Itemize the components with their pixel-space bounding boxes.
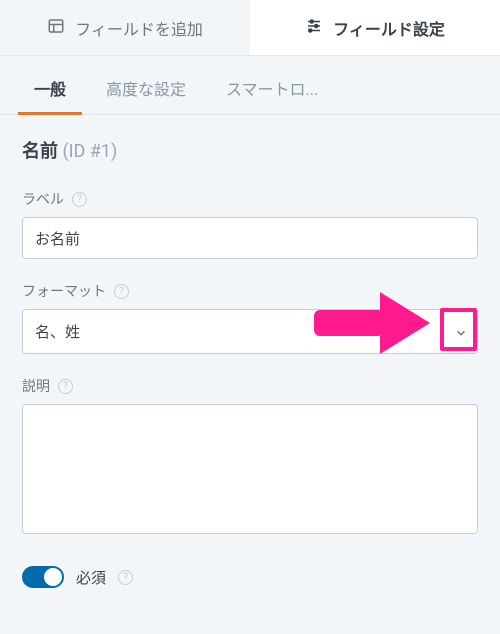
description-caption: 説明	[22, 376, 50, 396]
required-toggle[interactable]	[22, 566, 64, 588]
label-input[interactable]	[22, 217, 478, 259]
subtab-smart-logic[interactable]: スマートロ...	[210, 64, 334, 114]
help-icon[interactable]: ?	[72, 192, 87, 207]
tab-add-field[interactable]: フィールドを追加	[0, 0, 250, 55]
field-name: 名前	[22, 141, 58, 162]
format-select[interactable]: 名、姓	[22, 309, 478, 354]
help-icon[interactable]: ?	[118, 570, 133, 585]
required-label: 必須	[76, 567, 106, 588]
tab-field-settings-label: フィールド設定	[333, 16, 445, 40]
label-caption: ラベル	[22, 189, 64, 209]
tab-field-settings[interactable]: フィールド設定	[250, 0, 500, 55]
format-row: フォーマット ? 名、姓	[22, 281, 478, 354]
label-row: ラベル ?	[22, 189, 478, 259]
add-field-icon	[47, 17, 65, 39]
subtab-general[interactable]: 一般	[18, 64, 82, 114]
field-id: (ID #1)	[62, 141, 117, 162]
description-input[interactable]	[22, 404, 478, 534]
required-row: 必須 ?	[22, 560, 478, 588]
top-tabs: フィールドを追加 フィールド設定	[0, 0, 500, 56]
settings-icon	[305, 17, 323, 39]
help-icon[interactable]: ?	[114, 284, 129, 299]
format-caption: フォーマット	[22, 281, 106, 301]
content-area: 名前 (ID #1) ラベル ? フォーマット ? 名、姓 説明 ?	[0, 115, 500, 588]
sub-tabs: 一般 高度な設定 スマートロ...	[0, 56, 500, 115]
description-row: 説明 ?	[22, 376, 478, 538]
help-icon[interactable]: ?	[58, 379, 73, 394]
subtab-advanced[interactable]: 高度な設定	[90, 64, 202, 114]
field-title: 名前 (ID #1)	[22, 137, 478, 163]
tab-add-field-label: フィールドを追加	[75, 16, 203, 40]
